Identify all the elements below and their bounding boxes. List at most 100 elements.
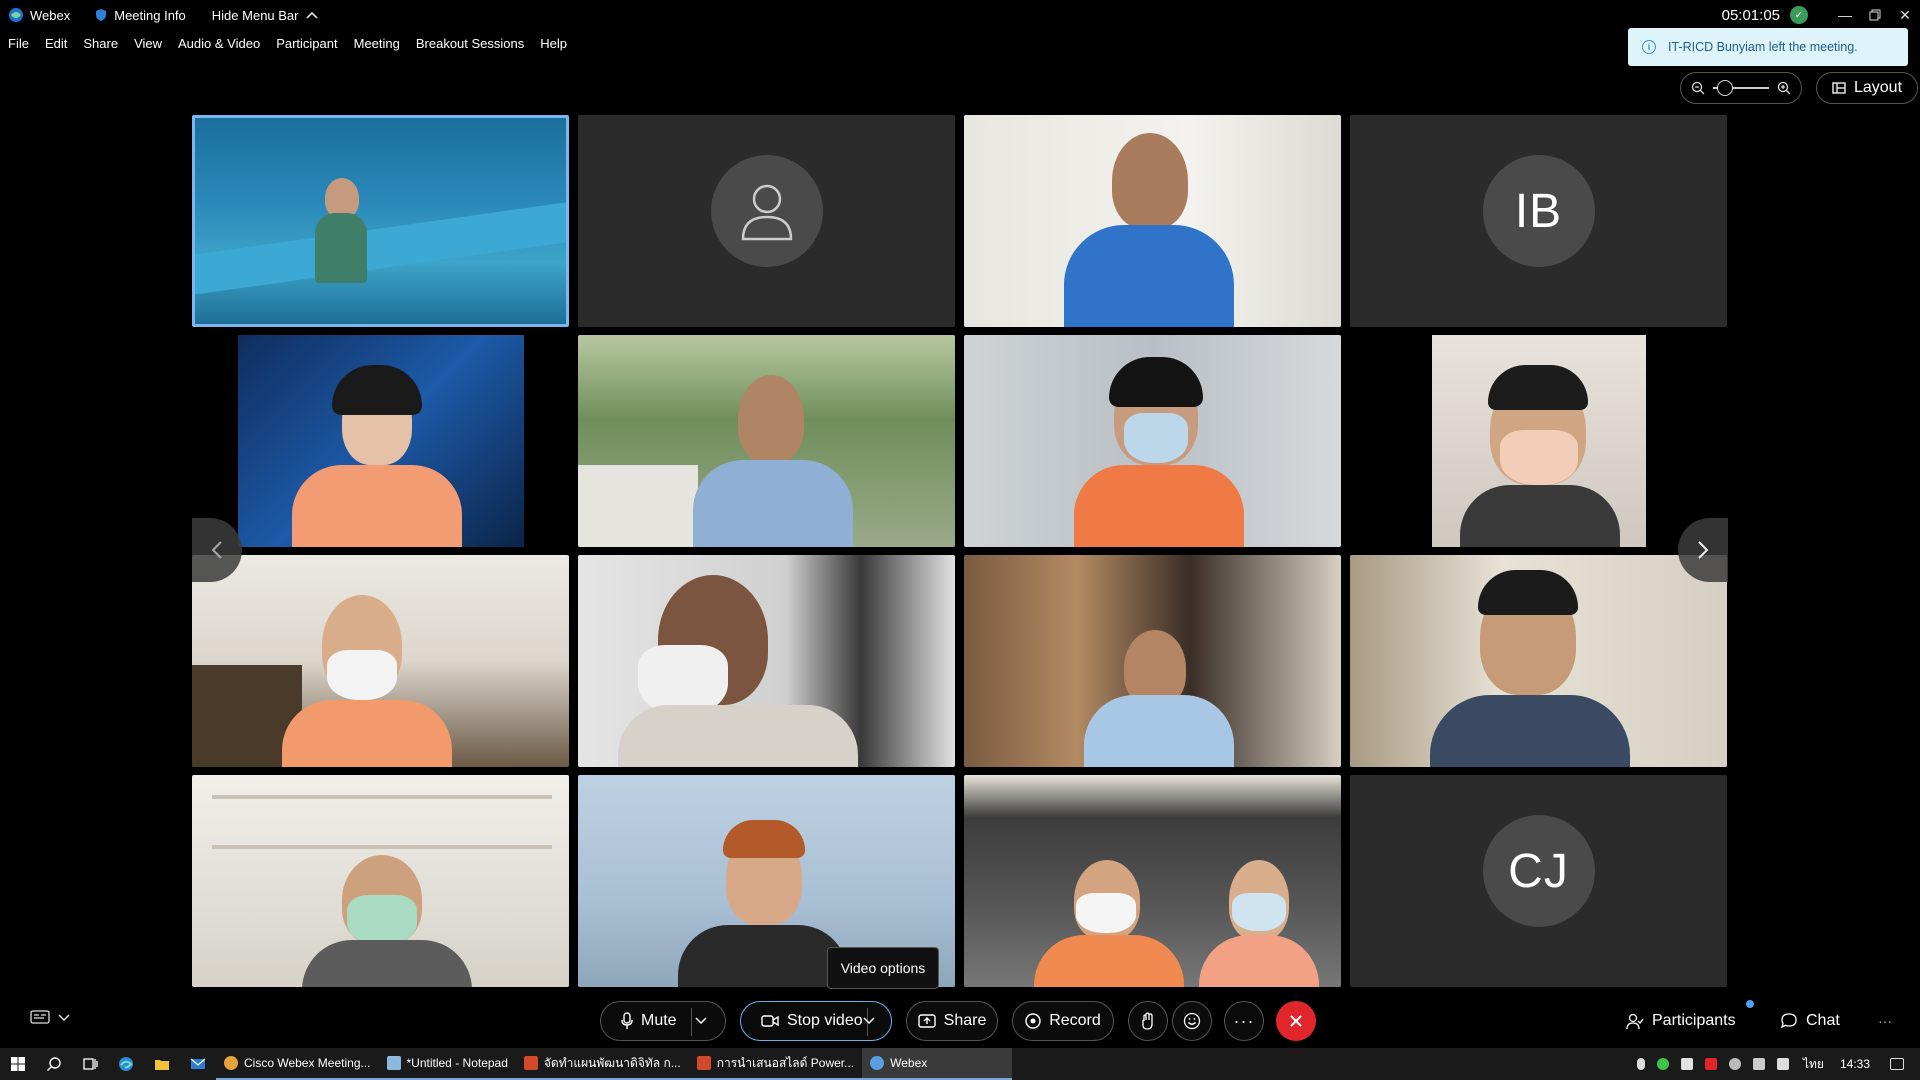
hide-menu-bar-button[interactable]: Hide Menu Bar — [212, 8, 325, 23]
record-label: Record — [1049, 1012, 1101, 1029]
menu-bar: File Edit Share View Audio & Video Parti… — [0, 32, 575, 54]
participants-icon — [1626, 1013, 1644, 1030]
closed-captions-button[interactable] — [30, 1010, 70, 1026]
taskbar-clock[interactable]: 14:33 — [1840, 1057, 1870, 1071]
meeting-timer: 05:01:05 — [1721, 6, 1780, 24]
chat-label: Chat — [1806, 1012, 1840, 1029]
notifications-icon[interactable] — [1890, 1058, 1904, 1070]
end-meeting-button[interactable] — [1276, 1001, 1316, 1041]
video-tile[interactable] — [964, 775, 1341, 987]
edge-browser-icon[interactable] — [108, 1048, 144, 1080]
taskbar-app-webex-meetings[interactable]: Cisco Webex Meeting... — [216, 1048, 379, 1080]
taskbar: Cisco Webex Meeting... *Untitled - Notep… — [0, 1048, 1920, 1080]
menu-edit[interactable]: Edit — [45, 36, 67, 51]
taskbar-app-label: Cisco Webex Meeting... — [244, 1056, 371, 1070]
menu-file[interactable]: File — [8, 36, 29, 51]
language-indicator[interactable]: ไทย — [1803, 1055, 1824, 1074]
chevron-down-icon[interactable] — [863, 1017, 875, 1025]
menu-participant[interactable]: Participant — [276, 36, 337, 51]
video-tile[interactable] — [964, 335, 1341, 547]
zoom-slider[interactable] — [1713, 80, 1769, 96]
app-name-label: Webex — [30, 7, 71, 23]
video-tile[interactable] — [1350, 555, 1727, 767]
more-panels-button[interactable]: ··· — [1878, 1010, 1892, 1032]
mute-label: Mute — [641, 1012, 677, 1029]
captions-icon — [30, 1010, 50, 1024]
restore-icon — [1869, 9, 1881, 21]
video-tile[interactable] — [1350, 335, 1727, 547]
menu-breakout-sessions[interactable]: Breakout Sessions — [416, 36, 524, 51]
chevron-down-icon[interactable] — [695, 1017, 707, 1025]
meeting-info-button[interactable]: Meeting Info — [94, 8, 186, 23]
chrome-icon — [224, 1056, 238, 1070]
video-tile[interactable]: IB — [1350, 115, 1727, 327]
powerpoint-icon — [523, 1056, 538, 1070]
menu-meeting[interactable]: Meeting — [354, 36, 400, 51]
face-mask — [1124, 413, 1188, 463]
microphone-tray-icon[interactable] — [1636, 1058, 1645, 1070]
taskbar-app-webex[interactable]: Webex — [862, 1048, 1013, 1080]
taskbar-app-label: การนำเสนอสไลด์ Power... — [716, 1055, 855, 1070]
network-icon[interactable] — [1752, 1058, 1765, 1070]
line-app-icon[interactable] — [1656, 1058, 1669, 1070]
taskbar-app-powerpoint-2[interactable]: การนำเสนอสไลด์ Power... — [688, 1048, 863, 1080]
task-view-button[interactable] — [72, 1048, 108, 1080]
app-tray-icon[interactable] — [1704, 1058, 1717, 1070]
zoom-out-icon[interactable] — [1691, 81, 1705, 95]
close-window-button[interactable]: ✕ — [1890, 0, 1920, 30]
tooltip-text: Video options — [840, 960, 926, 976]
stop-video-button[interactable]: Stop video — [740, 1001, 892, 1041]
search-button[interactable] — [36, 1048, 72, 1080]
participant-figure — [1112, 133, 1188, 229]
layout-button[interactable]: Layout — [1816, 72, 1918, 104]
video-tile[interactable] — [578, 115, 955, 327]
zoom-slider-thumb[interactable] — [1717, 80, 1733, 96]
video-tile[interactable] — [964, 555, 1341, 767]
connection-status-icon: ✓ — [1790, 6, 1808, 24]
mail-icon[interactable] — [180, 1048, 216, 1080]
video-tile[interactable] — [578, 555, 955, 767]
participants-label: Participants — [1652, 1012, 1736, 1029]
video-tile[interactable] — [964, 115, 1341, 327]
menu-share[interactable]: Share — [83, 36, 118, 51]
video-grid: IB CJ — [192, 115, 1728, 987]
zoom-in-icon[interactable] — [1777, 81, 1791, 95]
restore-button[interactable] — [1860, 0, 1890, 30]
share-label: Share — [943, 1012, 987, 1029]
more-options-button[interactable]: ··· — [1224, 1001, 1264, 1041]
menu-help[interactable]: Help — [540, 36, 567, 51]
chat-button[interactable]: Chat — [1780, 1010, 1840, 1032]
taskbar-app-label: Webex — [890, 1056, 928, 1070]
app-tray-icon[interactable] — [1680, 1058, 1693, 1070]
minimize-button[interactable]: — — [1830, 0, 1860, 30]
record-icon — [1025, 1013, 1041, 1029]
record-button[interactable]: Record — [1012, 1001, 1114, 1041]
video-camera-icon — [761, 1015, 779, 1027]
cloud-icon[interactable] — [1728, 1058, 1741, 1070]
menu-audio-video[interactable]: Audio & Video — [178, 36, 260, 51]
volume-icon[interactable] — [1776, 1058, 1789, 1070]
menu-view[interactable]: View — [134, 36, 162, 51]
mute-button[interactable]: Mute — [600, 1001, 726, 1041]
participants-button[interactable]: Participants — [1626, 1010, 1736, 1032]
close-icon — [1290, 1015, 1302, 1027]
raise-hand-button[interactable] — [1128, 1001, 1168, 1041]
taskbar-app-powerpoint-1[interactable]: จัดทำแผนพัฒนาดิจิทัล ก... — [515, 1048, 689, 1080]
video-tile[interactable] — [192, 335, 569, 547]
video-tile[interactable] — [192, 775, 569, 987]
file-explorer-icon[interactable] — [144, 1048, 180, 1080]
video-tile[interactable]: CJ — [1350, 775, 1727, 987]
reactions-button[interactable] — [1172, 1001, 1212, 1041]
share-button[interactable]: Share — [906, 1001, 998, 1041]
avatar-initials: IB — [1514, 184, 1563, 238]
shield-icon — [96, 9, 107, 21]
video-tile[interactable] — [578, 335, 955, 547]
start-button[interactable] — [0, 1048, 36, 1080]
video-tile[interactable] — [192, 115, 569, 327]
chevron-right-icon — [1698, 541, 1709, 559]
face-mask — [347, 895, 417, 945]
notification-toast: i IT-RICD Bunyiam left the meeting. — [1628, 28, 1908, 66]
taskbar-app-notepad[interactable]: *Untitled - Notepad — [378, 1048, 516, 1080]
face-mask — [1500, 430, 1578, 485]
video-tile[interactable] — [192, 555, 569, 767]
